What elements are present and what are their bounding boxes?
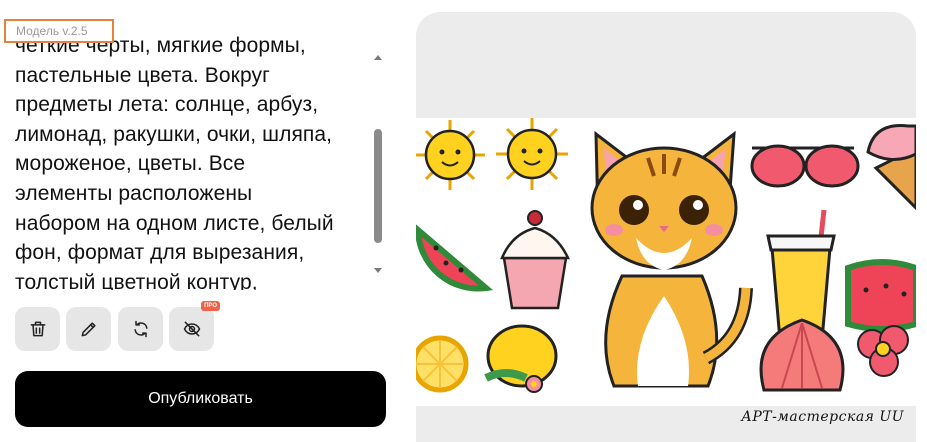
flower-sticker bbox=[857, 325, 909, 377]
delete-button[interactable] bbox=[15, 307, 60, 351]
ice-cream-sticker bbox=[866, 124, 916, 211]
shell-sticker bbox=[759, 318, 845, 392]
lemon-flowers-sticker bbox=[484, 324, 558, 393]
scroll-up-arrow-icon[interactable] bbox=[374, 55, 382, 60]
edit-button[interactable] bbox=[66, 307, 111, 351]
watermelon-sticker bbox=[416, 224, 494, 292]
cupcake-sticker bbox=[500, 210, 570, 310]
pro-badge: ПРО bbox=[201, 301, 220, 311]
prompt-textarea[interactable]: четкие черты, мягкие формы, пастельные ц… bbox=[0, 0, 392, 290]
image-signature: АРТ-мастерская UU bbox=[741, 409, 904, 425]
trash-icon bbox=[30, 321, 45, 337]
publish-button[interactable]: Опубликовать bbox=[15, 371, 386, 427]
sun-sticker bbox=[416, 120, 485, 190]
scroll-thumb[interactable] bbox=[374, 129, 382, 243]
generated-image bbox=[416, 118, 916, 406]
prompt-scrollbar[interactable] bbox=[372, 52, 384, 276]
eye-off-icon bbox=[183, 321, 200, 337]
refresh-icon bbox=[133, 320, 148, 338]
sun-sticker bbox=[496, 118, 568, 190]
prompt-text: четкие черты, мягкие формы, пастельные ц… bbox=[15, 34, 334, 290]
sunglasses-sticker bbox=[750, 144, 860, 188]
watermelon-sticker bbox=[845, 259, 916, 332]
pencil-icon bbox=[81, 322, 96, 337]
model-version-tag: Модель v.2.5 bbox=[4, 19, 114, 43]
scroll-down-arrow-icon[interactable] bbox=[374, 268, 382, 273]
generated-image-card[interactable]: АРТ-мастерская UU bbox=[416, 12, 916, 442]
hide-button[interactable]: ПРО bbox=[169, 301, 220, 351]
lemon-sticker bbox=[416, 335, 469, 393]
cat-sticker bbox=[590, 130, 753, 388]
regenerate-button[interactable] bbox=[118, 307, 163, 351]
